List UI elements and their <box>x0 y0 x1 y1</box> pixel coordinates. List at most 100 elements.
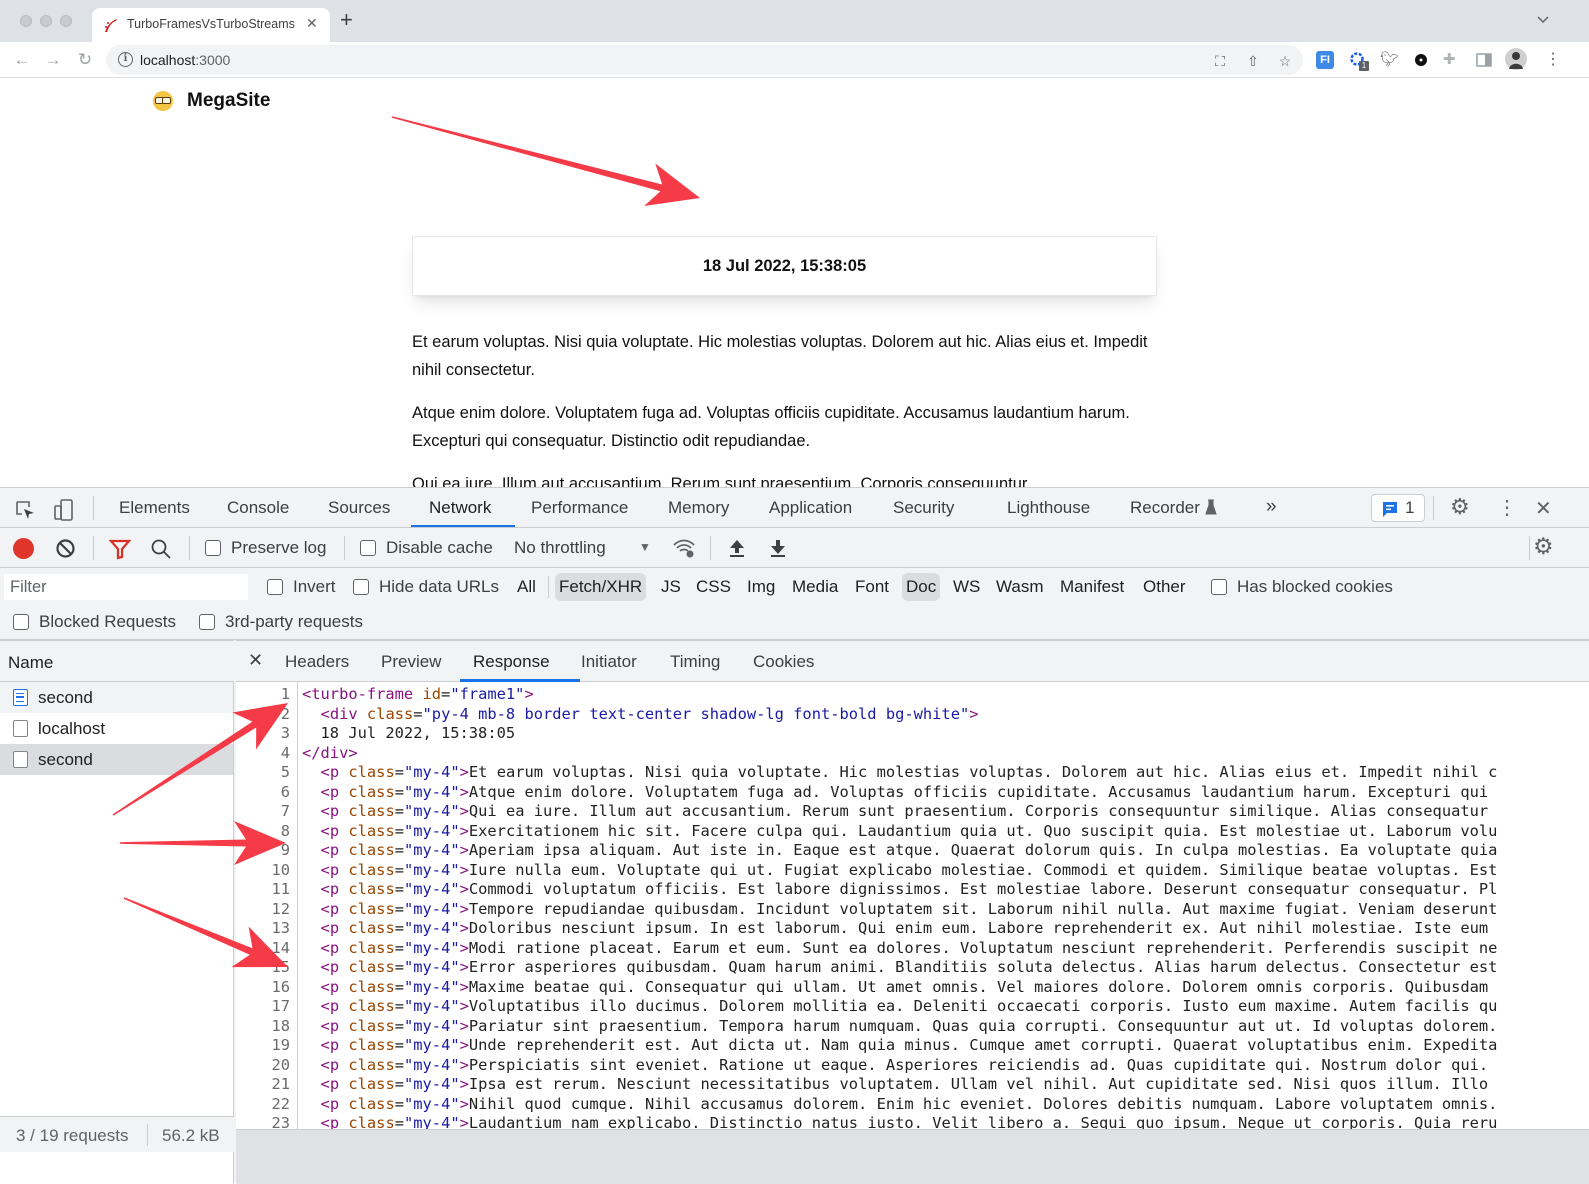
tab-sources[interactable]: Sources <box>328 498 390 518</box>
response-code-viewer[interactable]: 1 <turbo-frame id="frame1"> 2 <div class="… <box>236 682 1589 1129</box>
tab-timing[interactable]: Timing <box>670 652 720 672</box>
code-text: <p class="my-4">Iure nulla eum. Voluptat… <box>320 860 1498 879</box>
hide-data-urls-checkbox[interactable] <box>353 579 369 595</box>
line-number: 16 <box>271 977 290 996</box>
tab-preview[interactable]: Preview <box>381 652 441 672</box>
tab-response[interactable]: Response <box>473 652 550 672</box>
tab-security[interactable]: Security <box>893 498 954 518</box>
record-button[interactable] <box>13 538 34 559</box>
more-tabs-button[interactable]: » <box>1266 496 1277 518</box>
line-number: 11 <box>271 880 290 898</box>
filter-type-js[interactable]: JS <box>657 573 685 601</box>
request-row[interactable]: second <box>0 682 233 713</box>
browser-tab[interactable]: TurboFramesVsTurboStreams ✕ <box>92 8 330 42</box>
preserve-log-checkbox[interactable] <box>205 540 221 556</box>
invert-label: Invert <box>293 577 336 596</box>
code-line: 8 <p class="my-4">Exercitationem hic sit… <box>236 822 1498 842</box>
tab-elements[interactable]: Elements <box>119 498 190 518</box>
site-info-icon[interactable]: i <box>118 52 133 67</box>
side-panel-icon[interactable] <box>1475 51 1493 69</box>
tab-network[interactable]: Network <box>429 498 491 518</box>
line-number: 14 <box>271 938 290 957</box>
tab-application[interactable]: Application <box>769 498 852 518</box>
request-row-selected[interactable]: second <box>0 744 233 775</box>
network-conditions-icon[interactable] <box>672 536 696 560</box>
window-minimize-button[interactable] <box>40 15 52 27</box>
import-har-icon[interactable] <box>727 538 747 558</box>
filter-funnel-icon[interactable] <box>109 538 131 560</box>
extension-fi-icon[interactable]: FI <box>1316 51 1334 69</box>
search-icon[interactable] <box>150 538 172 560</box>
window-close-button[interactable] <box>20 15 32 27</box>
filter-type-wasm[interactable]: Wasm <box>992 573 1048 601</box>
filter-type-ws[interactable]: WS <box>949 573 984 601</box>
blocked-requests-checkbox[interactable] <box>13 614 29 630</box>
line-number: 10 <box>271 860 290 879</box>
tab-search-chevron-icon[interactable] <box>1536 12 1550 26</box>
tab-cookies[interactable]: Cookies <box>753 652 814 672</box>
request-row[interactable]: localhost <box>0 713 233 744</box>
tab-recorder[interactable]: Recorder <box>1130 498 1217 518</box>
tab-close-icon[interactable]: ✕ <box>306 15 318 32</box>
filter-type-media[interactable]: Media <box>788 573 842 601</box>
code-line: 5 <p class="my-4">Et earum voluptas. Nis… <box>236 763 1498 783</box>
document-icon <box>13 689 28 706</box>
url-text[interactable]: localhost:3000 <box>140 52 230 68</box>
address-bar[interactable]: i localhost:3000 ⛶ ⇧ ☆ <box>106 45 1303 75</box>
invert-checkbox[interactable] <box>267 579 283 595</box>
forward-button[interactable]: → <box>43 50 63 70</box>
name-column-header[interactable]: Name <box>0 640 234 682</box>
filter-type-fetch-xhr[interactable]: Fetch/XHR <box>555 573 647 601</box>
tab-recorder-label: Recorder <box>1130 498 1200 517</box>
translate-icon[interactable]: ⛶ <box>1212 53 1228 69</box>
issues-button[interactable]: 1 <box>1371 494 1425 522</box>
code-text: <p class="my-4">Pariatur sint praesentiu… <box>320 1016 1498 1035</box>
browser-menu-icon[interactable]: ⋮ <box>1545 51 1561 69</box>
third-party-requests-checkbox[interactable] <box>199 614 215 630</box>
reload-button[interactable]: ↻ <box>75 50 95 70</box>
code-text: <p class="my-4">Perspiciatis sint evenie… <box>320 1055 1489 1074</box>
settings-gear-icon[interactable]: ⚙ <box>1450 494 1470 520</box>
tab-memory[interactable]: Memory <box>668 498 729 518</box>
third-party-requests-label: 3rd-party requests <box>225 612 363 631</box>
filter-type-other[interactable]: Other <box>1139 573 1190 601</box>
has-blocked-cookies-checkbox[interactable] <box>1211 579 1227 595</box>
tab-lighthouse[interactable]: Lighthouse <box>1007 498 1090 518</box>
filter-input[interactable] <box>4 574 248 600</box>
bookmark-star-icon[interactable]: ☆ <box>1277 53 1293 69</box>
extension-dot-icon[interactable] <box>1412 51 1430 69</box>
tab-performance[interactable]: Performance <box>531 498 628 518</box>
extensions-puzzle-icon[interactable]: ✚ <box>1443 51 1461 69</box>
site-brand[interactable]: MegaSite <box>153 90 270 112</box>
network-settings-gear-icon[interactable]: ⚙ <box>1533 533 1554 560</box>
filter-type-font[interactable]: Font <box>851 573 893 601</box>
export-har-icon[interactable] <box>768 538 788 558</box>
rails-favicon-icon <box>105 19 117 32</box>
share-icon[interactable]: ⇧ <box>1245 53 1261 69</box>
new-tab-button[interactable]: + <box>340 9 353 31</box>
extension-bird-icon[interactable]: 🐦︎ <box>1380 51 1399 69</box>
filter-type-manifest[interactable]: Manifest <box>1056 573 1128 601</box>
filter-type-img[interactable]: Img <box>743 573 779 601</box>
code-line: 13 <p class="my-4">Doloribus nesciunt ip… <box>236 919 1488 939</box>
profile-avatar[interactable] <box>1505 48 1527 70</box>
disable-cache-checkbox[interactable] <box>360 540 376 556</box>
back-button[interactable]: ← <box>12 50 32 70</box>
tab-initiator[interactable]: Initiator <box>581 652 637 672</box>
filter-type-all[interactable]: All <box>513 573 540 601</box>
devtools-more-menu-icon[interactable]: ⋮ <box>1497 495 1517 520</box>
throttling-select[interactable]: No throttling <box>514 538 606 558</box>
filter-type-css[interactable]: CSS <box>692 573 735 601</box>
tab-console[interactable]: Console <box>227 498 289 518</box>
throttling-dropdown-arrow-icon[interactable]: ▼ <box>639 540 651 554</box>
close-detail-icon[interactable]: ✕ <box>248 650 263 671</box>
clear-icon[interactable] <box>55 538 76 559</box>
tab-headers[interactable]: Headers <box>285 652 349 672</box>
device-toolbar-icon[interactable] <box>52 498 76 522</box>
inspect-element-icon[interactable] <box>14 499 36 521</box>
filter-type-doc[interactable]: Doc <box>902 573 941 601</box>
close-devtools-icon[interactable]: ✕ <box>1535 496 1552 521</box>
window-zoom-button[interactable] <box>60 15 72 27</box>
extension-gear-icon[interactable]: 1 <box>1349 51 1369 71</box>
code-text: <turbo-frame id="frame1"> <box>302 685 534 703</box>
